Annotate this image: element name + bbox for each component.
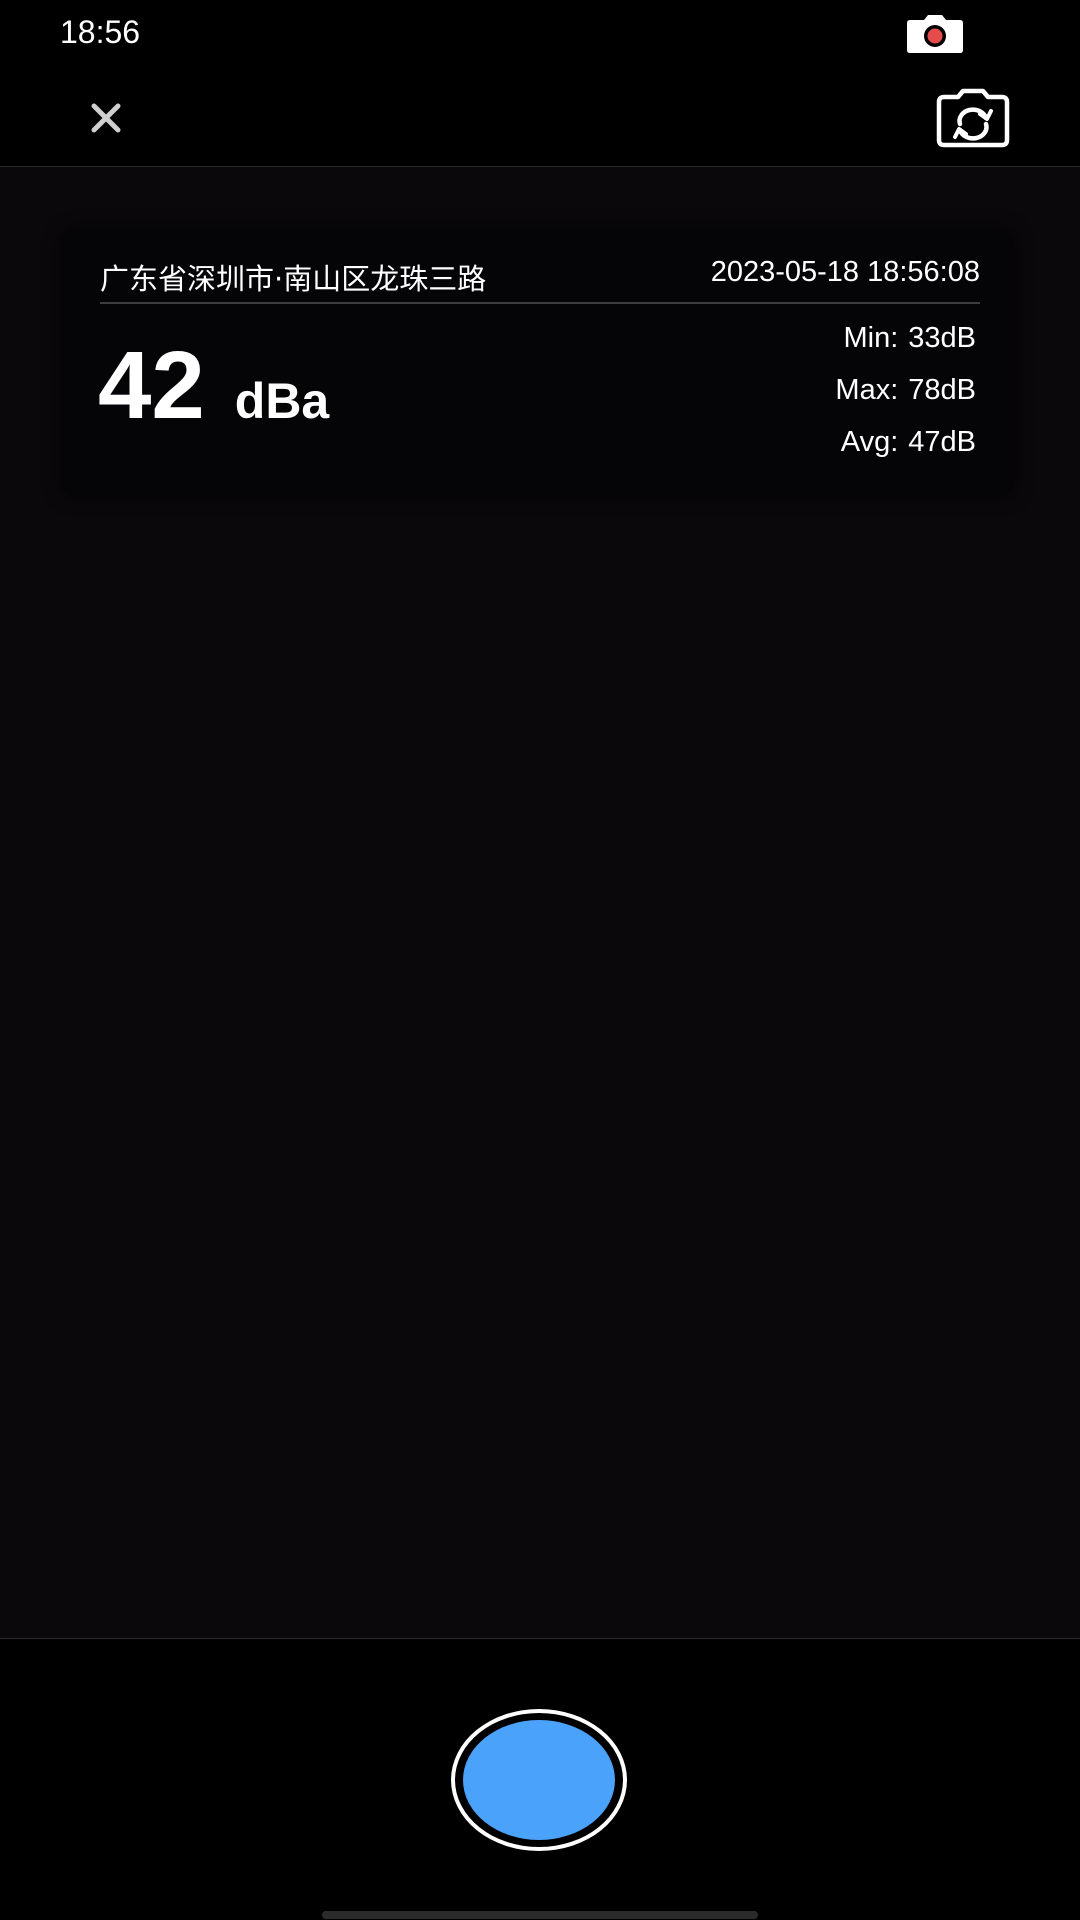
stat-value: 47dB [908,426,976,458]
decibel-unit: dBa [234,373,330,429]
camera-viewfinder[interactable]: 广东省深圳市·南山区龙珠三路 2023-05-18 18:56:08 42 dB… [0,167,1080,1638]
decibel-reading: 42 dBa [98,338,329,438]
camera-screen: 18:56 广东省深圳市·南山区龙珠三路 2023-05-18 18:56:08… [0,0,1080,1920]
stat-value: 78dB [908,374,976,406]
datetime-text: 2023-05-18 18:56:08 [710,256,980,288]
top-toolbar [0,70,1080,167]
stat-label: Max: [835,374,899,406]
location-text: 广东省深圳市·南山区龙珠三路 [100,262,487,296]
stat-max: Max: 78dB [716,374,976,426]
camera-flip-icon [936,88,1010,148]
card-header: 广东省深圳市·南山区龙珠三路 2023-05-18 18:56:08 [100,250,980,304]
stat-label: Avg: [840,426,899,458]
home-indicator[interactable] [322,1911,758,1919]
close-icon [91,103,121,133]
status-bar: 18:56 [0,0,1080,70]
camera-flip-button[interactable] [936,88,1010,148]
stat-label: Min: [843,322,899,354]
stat-min: Min: 33dB [716,322,976,374]
bottom-controls [0,1638,1080,1920]
shutter-button[interactable] [451,1709,627,1851]
decibel-stats: Min: 33dB Max: 78dB Avg: 47dB [716,322,976,478]
decibel-value: 42 [98,332,205,439]
camera-recording-icon [907,15,963,53]
stat-avg: Avg: 47dB [716,426,976,478]
stat-value: 33dB [908,322,976,354]
close-button[interactable] [80,92,132,144]
noise-info-card: 广东省深圳市·南山区龙珠三路 2023-05-18 18:56:08 42 dB… [62,230,1014,496]
shutter-inner [463,1720,615,1840]
status-time: 18:56 [60,14,141,50]
